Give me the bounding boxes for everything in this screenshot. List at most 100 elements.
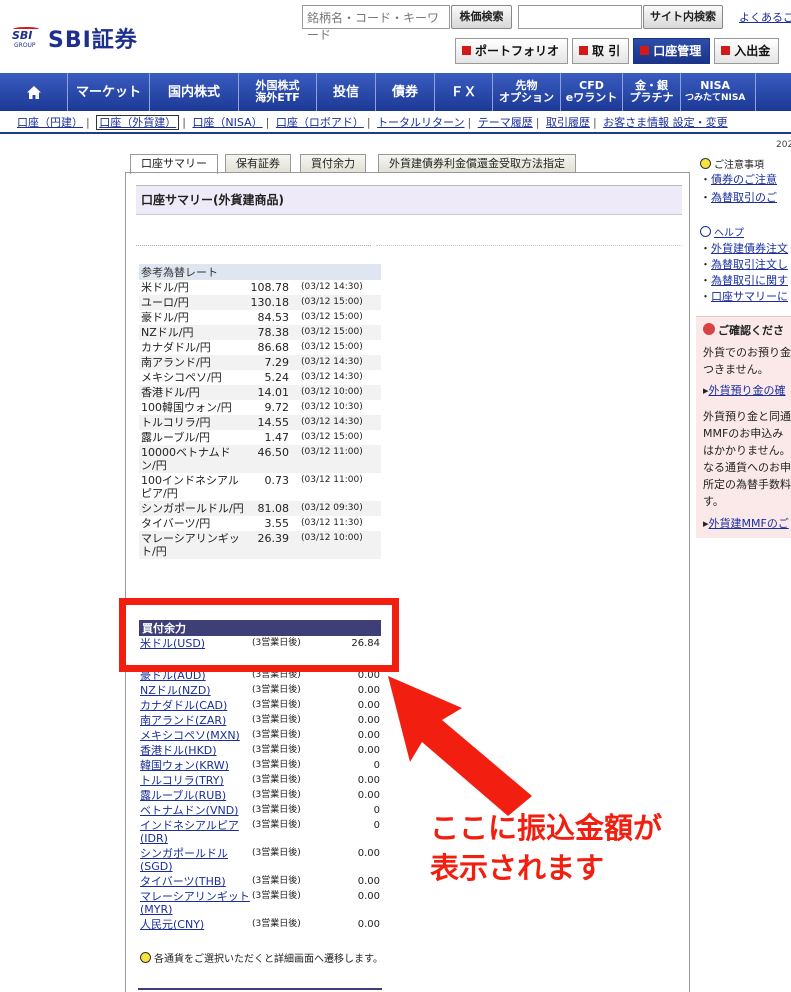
rate-time: (03/12 09:30): [291, 501, 381, 516]
subnav-total-return[interactable]: トータルリターン: [377, 116, 464, 129]
tab-bond-interest-settings[interactable]: 外貨建債券利金償還金受取方法指定: [378, 154, 576, 173]
currency-link[interactable]: NZドル(NZD): [140, 684, 211, 697]
nav-gold-silver-platinum[interactable]: 金・銀 プラチナ: [623, 73, 681, 111]
nav-domestic-stocks[interactable]: 国内株式: [150, 73, 239, 111]
currency-link[interactable]: 露ルーブル(RUB): [140, 789, 226, 802]
help-link[interactable]: ・外貨建債券注文: [700, 240, 788, 256]
currency-link[interactable]: ベトナムドン(VND): [140, 804, 238, 817]
buying-power-amount: 0.00: [357, 775, 380, 786]
help-link[interactable]: ・口座サマリーに: [700, 288, 788, 304]
nav-investment-trust[interactable]: 投信: [317, 73, 376, 111]
notice-link[interactable]: ・為替取引のご: [700, 189, 777, 205]
subnav-customer-settings[interactable]: お客さま情報 設定・変更: [603, 116, 728, 129]
nav-futures-options[interactable]: 先物 オプション: [493, 73, 561, 111]
stock-search-input[interactable]: 銘柄名・コード・キーワード: [302, 5, 450, 42]
rate-value: 26.39: [246, 531, 291, 559]
currency-link[interactable]: 米ドル(USD): [140, 637, 205, 650]
site-search-input[interactable]: [518, 5, 642, 29]
stock-search-button[interactable]: 株価検索: [451, 5, 512, 29]
currency-pair: カナダドル/円: [141, 341, 211, 354]
help-link[interactable]: ・為替取引注文し: [700, 256, 788, 272]
currency-pair: 100インドネシアルピア/円: [141, 474, 239, 500]
notice-link[interactable]: ・債券のご注意: [700, 171, 777, 187]
currency-link[interactable]: トルコリラ(TRY): [140, 774, 224, 787]
settlement-days: (3営業日後): [252, 730, 301, 740]
rate-value: 14.55: [246, 415, 291, 430]
currency-link[interactable]: 豪ドル(AUD): [140, 669, 206, 682]
settlement-days: (3営業日後): [252, 638, 301, 648]
account-management-button[interactable]: 口座管理: [633, 38, 711, 64]
currency-link[interactable]: 韓国ウォン(KRW): [140, 759, 229, 772]
buying-power-table: 買付余力 米ドル(USD) (3営業日後) 26.84 豪ドル(AUD) (3営業日後)…: [139, 620, 381, 932]
currency-link[interactable]: 人民元(CNY): [140, 918, 204, 931]
currency-pair: マレーシアリンギット/円: [139, 531, 246, 559]
subnav-account-roboad[interactable]: 口座（ロボアド）: [276, 116, 364, 129]
tab-account-summary[interactable]: 口座サマリー: [130, 154, 218, 174]
rate-time: (03/12 14:30): [301, 282, 363, 292]
currency-link[interactable]: カナダドル(CAD): [140, 699, 227, 712]
home-icon: [26, 85, 41, 99]
buying-power-row: タイバーツ(THB) (3営業日後) 0.00: [139, 874, 381, 889]
trade-button[interactable]: 取 引: [572, 38, 630, 64]
buying-power-header: 買付余力: [139, 620, 381, 636]
site-search-button[interactable]: サイト内検索: [643, 5, 723, 29]
nav-nisa[interactable]: NISA つみたてNISA: [681, 73, 756, 111]
subnav-account-jpy[interactable]: 口座（円建）: [17, 116, 83, 129]
currency-link[interactable]: マレーシアリンギット(MYR): [140, 890, 250, 916]
faq-link[interactable]: よくあるご: [739, 9, 791, 25]
portfolio-button[interactable]: ポートフォリオ: [455, 38, 569, 64]
currency-link[interactable]: メキシコペソ(MXN): [140, 729, 240, 742]
help-title[interactable]: ヘルプ: [700, 224, 744, 239]
rate-time: (03/12 15:00): [301, 312, 363, 322]
settlement-days: (3営業日後): [252, 760, 301, 770]
confirm-text: はかかりません。: [703, 444, 791, 457]
fx-rate-row: 露ルーブル/円 1.47 (03/12 15:00): [139, 430, 381, 445]
rate-time: (03/12 14:30): [301, 372, 363, 382]
currency-pair: 南アランド/円: [139, 355, 246, 370]
buying-power-row: 人民元(CNY) (3営業日後) 0.00: [139, 917, 381, 932]
currency-link[interactable]: インドネシアルピア(IDR): [140, 819, 239, 845]
rate-value: 3.55: [264, 517, 290, 530]
main-nav: マーケット 国内株式 外国株式 海外ETF 投信 債券 ＦＸ 先物 オプション CF…: [0, 73, 791, 111]
currency-link[interactable]: 南アランド(ZAR): [140, 714, 226, 727]
nav-fx[interactable]: ＦＸ: [435, 73, 493, 111]
info-icon: [140, 952, 151, 963]
sbi-logo[interactable]: SBI GROUP SBI証券: [12, 22, 138, 54]
tab-buying-power[interactable]: 買付余力: [300, 154, 366, 173]
confirm-text: つきません。: [703, 363, 769, 376]
nav-bonds[interactable]: 債券: [376, 73, 435, 111]
subnav-trade-history[interactable]: 取引履歴: [546, 116, 590, 129]
nav-market[interactable]: マーケット: [68, 73, 150, 111]
confirm-link[interactable]: ▸外貨預り金の確: [703, 382, 786, 398]
confirm-text: 外貨でのお預り金: [703, 346, 791, 359]
settlement-days: (3営業日後): [252, 891, 301, 901]
nav-home[interactable]: [0, 73, 68, 111]
currency-link[interactable]: シンガポールドル(SGD): [140, 847, 228, 873]
confirm-text: なる通貨へのお申: [703, 461, 791, 474]
subnav-account-nisa[interactable]: 口座（NISA）: [192, 116, 262, 129]
settlement-days: (3営業日後): [252, 820, 301, 830]
deposit-withdraw-button[interactable]: 入出金: [714, 38, 780, 64]
fx-rate-row: 豪ドル/円 84.53 (03/12 15:00): [139, 310, 381, 325]
arrow-icon: [388, 676, 532, 816]
settlement-days: (3営業日後): [252, 805, 301, 815]
help-link[interactable]: ・為替取引に関す: [700, 272, 788, 288]
settlement-days: (3営業日後): [252, 790, 301, 800]
rate-value: 46.50: [246, 445, 291, 473]
buying-power-amount: 0.00: [357, 790, 380, 801]
nav-cfd-ewarrant[interactable]: CFD eワラント: [561, 73, 623, 111]
tab-holdings[interactable]: 保有証券: [225, 154, 291, 173]
rate-value: 130.18: [246, 295, 291, 310]
currency-pair: ユーロ/円: [139, 295, 246, 310]
currency-link[interactable]: 香港ドル(HKD): [140, 744, 217, 757]
subnav-account-foreign[interactable]: 口座（外貨建）: [96, 115, 180, 130]
rate-time: (03/12 11:00): [301, 475, 363, 485]
nav-foreign-stocks[interactable]: 外国株式 海外ETF: [239, 73, 317, 111]
currency-link[interactable]: タイバーツ(THB): [140, 875, 226, 888]
confirm-link[interactable]: ▸外貨建MMFのご: [703, 515, 789, 531]
subnav-theme-history[interactable]: テーマ履歴: [478, 116, 533, 129]
settlement-days: (3営業日後): [252, 715, 301, 725]
buying-power-amount: 0: [373, 820, 380, 831]
settlement-days: (3営業日後): [252, 745, 301, 755]
rate-time: (03/12 15:00): [291, 325, 381, 340]
